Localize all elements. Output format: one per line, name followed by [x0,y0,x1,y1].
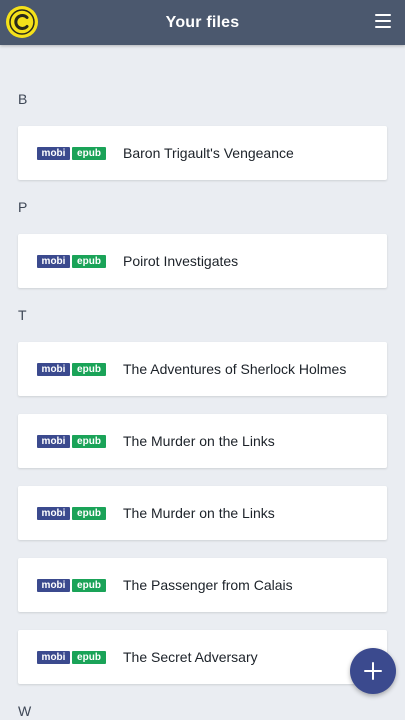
book-title: Baron Trigault's Vengeance [123,145,294,161]
mobi-badge[interactable]: mobi [37,651,70,664]
add-book-button[interactable] [350,648,396,694]
app-root: Your files B mobi epub Baron Trigault's … [0,0,405,720]
epub-badge[interactable]: epub [72,579,106,592]
book-item[interactable]: mobi epub The Secret Adversary [18,630,387,684]
book-title: The Murder on the Links [123,505,275,521]
book-title: The Secret Adversary [123,649,258,665]
plus-icon [364,662,382,680]
epub-badge[interactable]: epub [72,651,106,664]
format-badges: mobi epub [37,651,106,664]
mobi-badge[interactable]: mobi [37,507,70,520]
top-app-bar: Your files [0,0,405,45]
format-badges: mobi epub [37,507,106,520]
format-badges: mobi epub [37,363,106,376]
book-item[interactable]: mobi epub The Murder on the Links [18,486,387,540]
mobi-badge[interactable]: mobi [37,255,70,268]
book-item[interactable]: mobi epub The Murder on the Links [18,414,387,468]
mobi-badge[interactable]: mobi [37,147,70,160]
book-title: The Murder on the Links [123,433,275,449]
section-header: T [18,307,27,323]
book-item[interactable]: mobi epub Baron Trigault's Vengeance [18,126,387,180]
mobi-badge[interactable]: mobi [37,435,70,448]
hamburger-menu-icon[interactable] [375,14,391,28]
epub-badge[interactable]: epub [72,147,106,160]
calibre-logo-icon[interactable] [6,6,38,38]
format-badges: mobi epub [37,579,106,592]
page-title: Your files [165,13,240,31]
book-item[interactable]: mobi epub The Adventures of Sherlock Hol… [18,342,387,396]
section-header: W [18,703,32,719]
epub-badge[interactable]: epub [72,507,106,520]
format-badges: mobi epub [37,255,106,268]
book-item[interactable]: mobi epub Poirot Investigates [18,234,387,288]
epub-badge[interactable]: epub [72,255,106,268]
book-title: The Passenger from Calais [123,577,293,593]
mobi-badge[interactable]: mobi [37,579,70,592]
epub-badge[interactable]: epub [72,363,106,376]
format-badges: mobi epub [37,435,106,448]
book-title: Poirot Investigates [123,253,239,269]
format-badges: mobi epub [37,147,106,160]
section-header: B [18,91,28,107]
book-title: The Adventures of Sherlock Holmes [123,361,347,377]
book-item[interactable]: mobi epub The Passenger from Calais [18,558,387,612]
mobi-badge[interactable]: mobi [37,363,70,376]
epub-badge[interactable]: epub [72,435,106,448]
section-header: P [18,199,28,215]
